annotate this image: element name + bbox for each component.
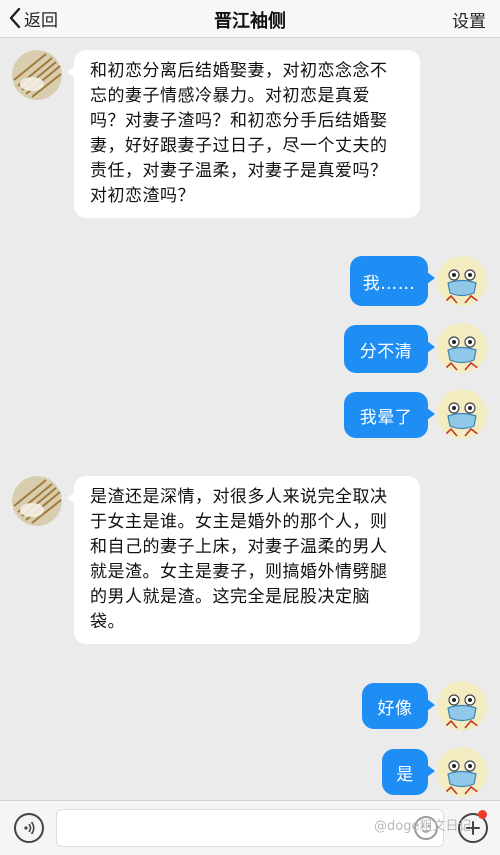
top-nav-bar: 返回 晋江袖侧 设置: [0, 0, 500, 38]
user-avatar-icon: [437, 747, 487, 797]
user-avatar-icon: [437, 323, 487, 373]
avatar[interactable]: [437, 681, 487, 731]
voice-input-button[interactable]: [14, 813, 44, 843]
avatar[interactable]: [437, 389, 487, 439]
message-text: 和初恋分离后结婚娶妻，对初恋念念不忘的妻子情感冷暴力。对初恋是真爱吗？对妻子渣吗…: [90, 61, 388, 206]
user-avatar-icon: [437, 256, 487, 306]
message-text: 我晕了: [359, 407, 413, 428]
voice-icon: [24, 821, 35, 835]
outgoing-message-bubble[interactable]: 我晕了: [344, 392, 435, 438]
user-avatar-icon: [437, 681, 487, 731]
notification-badge: [478, 810, 487, 819]
incoming-message-bubble[interactable]: 和初恋分离后结婚娶妻，对初恋念念不忘的妻子情感冷暴力。对初恋是真爱吗？对妻子渣吗…: [67, 50, 420, 218]
avatar[interactable]: [12, 476, 62, 526]
incoming-message-bubble[interactable]: 是渣还是深情，对很多人来说完全取决于女主是谁。女主是婚外的那个人，则和自己的妻子…: [67, 476, 420, 644]
outgoing-message-bubble[interactable]: 好像: [362, 683, 435, 729]
avatar[interactable]: [437, 256, 487, 306]
outgoing-message-bubble[interactable]: 是: [382, 749, 435, 795]
message-text: 分不清: [359, 341, 413, 362]
sender-avatar-icon: [12, 50, 62, 100]
avatar[interactable]: [12, 50, 62, 100]
avatar[interactable]: [437, 747, 487, 797]
watermark: @doge粗文日记: [374, 819, 472, 834]
message-text: 是: [396, 764, 414, 785]
message-text: 我……: [362, 273, 416, 294]
avatar[interactable]: [437, 323, 487, 373]
message-text: 好像: [377, 698, 413, 719]
chat-title: 晋江袖侧: [214, 11, 286, 32]
outgoing-message-bubble[interactable]: 我……: [350, 256, 435, 306]
user-avatar-icon: [437, 389, 487, 439]
settings-button[interactable]: 设置: [452, 7, 486, 32]
sender-avatar-icon: [12, 476, 62, 526]
message-text: 是渣还是深情，对很多人来说完全取决于女主是谁。女主是婚外的那个人，则和自己的妻子…: [90, 487, 388, 632]
outgoing-message-bubble[interactable]: 分不清: [344, 325, 435, 373]
